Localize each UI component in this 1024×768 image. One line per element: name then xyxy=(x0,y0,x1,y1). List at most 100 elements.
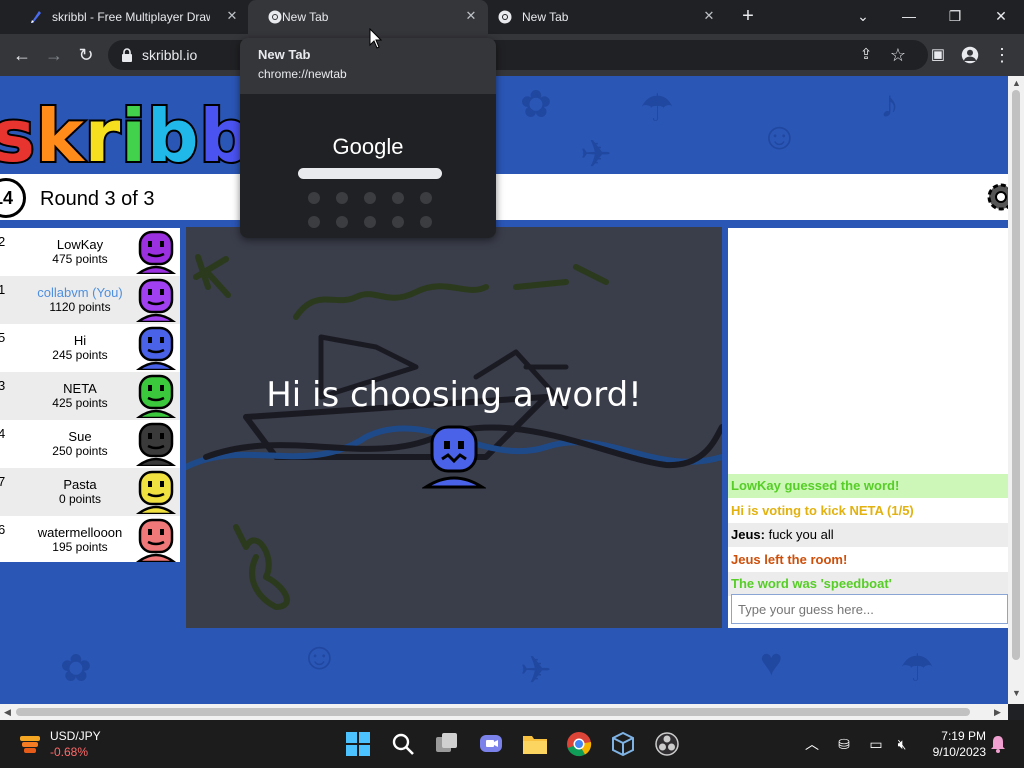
windows-start-icon[interactable] xyxy=(344,730,372,758)
stocks-widget-icon[interactable] xyxy=(18,732,42,756)
background-doodle: ♥ xyxy=(760,642,783,684)
player-points: 250 points xyxy=(52,444,108,458)
forward-button[interactable]: → xyxy=(42,43,66,67)
chat-sender: Jeus: xyxy=(731,527,765,542)
scroll-right-arrow-icon[interactable]: ▶ xyxy=(994,707,1001,718)
player-row[interactable]: 7 Pasta 0 points xyxy=(0,468,180,516)
menu-icon[interactable]: ⋮ xyxy=(990,43,1014,67)
shortcut-tile xyxy=(336,216,348,228)
address-bar[interactable]: skribbl.io xyxy=(108,40,928,70)
shortcut-tile xyxy=(420,216,432,228)
close-icon[interactable]: ✕ xyxy=(701,8,717,24)
stock-change: -0.68% xyxy=(50,745,89,759)
player-row[interactable]: 3 NETA 425 points xyxy=(0,372,180,420)
player-rank: 4 xyxy=(0,426,6,441)
google-logo: Google xyxy=(332,134,404,159)
share-icon[interactable]: ⇪ xyxy=(854,43,878,67)
player-row[interactable]: 2 LowKay 475 points xyxy=(0,228,180,276)
network-icon[interactable]: ⛁ xyxy=(834,734,854,754)
virtualbox-icon[interactable] xyxy=(609,730,637,758)
tab-skribbl[interactable]: skribbl - Free Multiplayer Drawin ✕ xyxy=(8,0,248,34)
chat-message: Jeus left the room! xyxy=(728,547,1008,572)
player-avatar xyxy=(135,518,177,562)
logo-letter: s xyxy=(0,94,37,178)
volume-muted-icon[interactable]: 🔇︎ xyxy=(892,734,912,754)
settings-gear-icon[interactable] xyxy=(984,180,1008,214)
player-points: 245 points xyxy=(52,348,108,362)
tab-title: New Tab xyxy=(282,10,329,24)
chat-message: The word was 'speedboat' xyxy=(728,572,1008,596)
tab-title: New Tab xyxy=(522,10,569,24)
shortcut-tile xyxy=(420,192,432,204)
stock-name[interactable]: USD/JPY xyxy=(50,729,101,743)
bookmark-star-icon[interactable]: ☆ xyxy=(886,43,910,67)
background-doodle: ✿ xyxy=(520,84,552,126)
chat-message: Hi is voting to kick NETA (1/5) xyxy=(728,498,1008,523)
chat-text: fuck you all xyxy=(764,527,834,542)
reload-button[interactable]: ↻ xyxy=(74,43,98,67)
vertical-scrollbar[interactable]: ▲ ▼ xyxy=(1008,76,1024,704)
notification-bell-icon[interactable] xyxy=(988,734,1008,754)
background-doodle: ☺ xyxy=(300,636,339,678)
background-doodle: ☂ xyxy=(900,648,935,690)
player-row[interactable]: 4 Sue 250 points xyxy=(0,420,180,468)
scroll-down-arrow-icon[interactable]: ▼ xyxy=(1012,688,1021,698)
shortcut-tile xyxy=(308,216,320,228)
background-doodle: ☂ xyxy=(640,88,675,130)
player-row[interactable]: 6 watermellooon 195 points xyxy=(0,516,180,564)
close-window-button[interactable]: ✕ xyxy=(986,4,1016,28)
horizontal-scrollbar[interactable]: ◀ ▶ xyxy=(0,704,1008,720)
task-view-icon[interactable] xyxy=(433,730,461,758)
clock-time[interactable]: 7:19 PM xyxy=(930,729,986,743)
tab-new-tab[interactable]: New Tab ✕ xyxy=(488,0,728,34)
file-explorer-icon[interactable] xyxy=(521,730,549,758)
new-tab-button[interactable]: + xyxy=(737,6,759,28)
search-icon[interactable] xyxy=(389,730,417,758)
player-name: Sue xyxy=(68,429,92,444)
chrome-taskbar-icon[interactable] xyxy=(565,730,593,758)
round-indicator: Round 3 of 3 xyxy=(40,188,155,210)
back-button[interactable]: ← xyxy=(10,43,34,67)
logo-letter: r xyxy=(83,94,122,178)
player-avatar xyxy=(135,278,177,322)
chat-message: LowKay guessed the word! xyxy=(728,474,1008,498)
player-points: 195 points xyxy=(52,540,108,554)
drawing-canvas[interactable]: Hi is choosing a word! xyxy=(186,227,722,628)
display-icon[interactable]: ▭ xyxy=(866,734,886,754)
tab-search-icon[interactable]: ⌄ xyxy=(848,4,878,28)
player-name: Pasta xyxy=(63,477,97,492)
chat-message: Jeus: fuck you all xyxy=(728,523,1008,547)
logo-letter: b xyxy=(145,94,201,178)
player-rank: 1 xyxy=(0,282,6,297)
scrollbar-thumb[interactable] xyxy=(16,708,970,716)
close-icon[interactable]: ✕ xyxy=(463,8,479,24)
player-rank: 2 xyxy=(0,234,6,249)
guess-input[interactable] xyxy=(731,594,1008,624)
restore-button[interactable]: ❐ xyxy=(940,4,970,28)
shortcut-tile xyxy=(392,216,404,228)
shortcut-tile xyxy=(364,216,376,228)
side-panel-icon[interactable]: ▣ xyxy=(926,43,950,67)
player-row[interactable]: 1 collabvm (You) 1120 points xyxy=(0,276,180,324)
clock-date[interactable]: 9/10/2023 xyxy=(920,745,986,759)
player-rank: 6 xyxy=(0,522,6,537)
teams-chat-icon[interactable] xyxy=(477,730,505,758)
timer-clock: 14 xyxy=(0,178,26,218)
player-name: Hi xyxy=(73,333,87,348)
scrollbar-thumb[interactable] xyxy=(1012,90,1020,660)
close-icon[interactable]: ✕ xyxy=(224,8,240,24)
scroll-left-arrow-icon[interactable]: ◀ xyxy=(4,707,11,718)
scroll-up-arrow-icon[interactable]: ▲ xyxy=(1012,78,1021,88)
tray-chevron-up-icon[interactable]: ︿ xyxy=(802,734,822,754)
minimize-button[interactable]: — xyxy=(894,4,924,28)
player-row[interactable]: 5 Hi 245 points xyxy=(0,324,180,372)
player-rank: 5 xyxy=(0,330,6,345)
drawer-avatar xyxy=(422,425,486,489)
player-avatar xyxy=(135,422,177,466)
player-points: 0 points xyxy=(58,492,102,506)
tab-new-tab-active[interactable]: New Tab ✕ xyxy=(248,0,488,34)
profile-icon[interactable] xyxy=(958,43,982,67)
tab-preview-thumbnail: Google xyxy=(240,94,496,238)
tab-title: skribbl - Free Multiplayer Drawin xyxy=(52,10,210,24)
obs-icon[interactable] xyxy=(653,730,681,758)
